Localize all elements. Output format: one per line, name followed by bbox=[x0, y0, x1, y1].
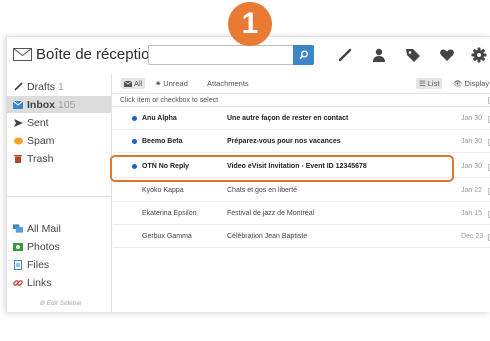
tag-icon bbox=[406, 49, 420, 62]
sidebar-item-count: 105 bbox=[58, 98, 76, 111]
list-toolbar: All ✷ Unread Attachments ☰ List 👁 Displa… bbox=[113, 76, 490, 92]
favorites-button[interactable] bbox=[437, 45, 457, 65]
message-sender: Beemo Beta bbox=[142, 138, 183, 145]
sidebar-item-count: 1 bbox=[58, 80, 64, 93]
link-icon bbox=[13, 278, 23, 288]
sidebar-item-links[interactable]: Links bbox=[7, 274, 111, 291]
eye-icon: 👁 bbox=[453, 79, 463, 88]
message-sender: Ekaterina Epsilon bbox=[142, 210, 197, 217]
message-sender: Kyoko Kappa bbox=[142, 187, 184, 194]
sidebar-item-label: Files bbox=[27, 258, 50, 271]
sidebar-item-label: Trash bbox=[27, 152, 54, 165]
contacts-button[interactable] bbox=[369, 45, 389, 65]
message-row[interactable]: Ekaterina Epsilon Festival de jazz de Mo… bbox=[113, 203, 490, 225]
search-input[interactable] bbox=[148, 45, 293, 65]
message-row[interactable]: Kyoko Kappa Chats et gos en liberté Jan … bbox=[113, 180, 490, 202]
message-date: Jan 22 bbox=[461, 187, 483, 194]
page-title: Boîte de réception bbox=[36, 46, 158, 63]
person-icon bbox=[373, 48, 385, 62]
pencil-icon bbox=[338, 48, 352, 62]
sidebar-item-label: Photos bbox=[27, 240, 60, 253]
message-date: Jan 15 bbox=[461, 210, 483, 217]
inbox-icon bbox=[13, 100, 23, 110]
star-icon: ✷ bbox=[155, 79, 162, 88]
sidebar-item-label: Sent bbox=[27, 116, 49, 129]
message-subject: Célébration Jean Baptiste bbox=[227, 233, 308, 240]
sidebar-item-all-mail[interactable]: All Mail bbox=[7, 220, 111, 237]
sidebar-item-label: All Mail bbox=[27, 222, 61, 235]
sidebar-item-sent[interactable]: Sent bbox=[7, 114, 111, 131]
sidebar-item-inbox[interactable]: Inbox 105 bbox=[7, 96, 111, 113]
message-row[interactable]: Gerbux Gamma Célébration Jean Baptiste D… bbox=[113, 226, 490, 248]
list-view-button[interactable]: ☰ List bbox=[416, 78, 443, 89]
highlight-annotation bbox=[110, 155, 454, 182]
file-icon bbox=[13, 259, 23, 270]
step-badge: 1 bbox=[228, 2, 272, 46]
message-subject: Préparez-vous pour nos vacances bbox=[227, 138, 341, 145]
message-subject: Festival de jazz de Montréal bbox=[227, 210, 315, 217]
spam-icon bbox=[13, 136, 23, 146]
message-subject: Chats et gos en liberté bbox=[227, 187, 298, 194]
unread-indicator bbox=[132, 139, 137, 144]
sidebar-item-files[interactable]: Files bbox=[7, 256, 111, 273]
message-row[interactable]: Anu Alpha Une autre façon de rester en c… bbox=[113, 108, 490, 130]
sidebar-divider bbox=[7, 196, 111, 197]
search-button[interactable] bbox=[293, 45, 314, 65]
selection-hint: Click item or checkbox to select bbox=[120, 97, 219, 104]
message-date: Jan 30 bbox=[461, 163, 483, 170]
sidebar-item-photos[interactable]: Photos bbox=[7, 238, 111, 255]
settings-button[interactable] bbox=[469, 45, 489, 65]
labels-button[interactable] bbox=[403, 45, 423, 65]
message-date: Jan 30 bbox=[461, 115, 483, 122]
sidebar-item-label: Links bbox=[27, 276, 52, 289]
gear-icon: ⚙ bbox=[39, 300, 47, 307]
message-row[interactable]: Beemo Beta Préparez-vous pour nos vacanc… bbox=[113, 131, 490, 153]
send-icon bbox=[13, 118, 23, 128]
pencil-icon bbox=[13, 82, 23, 92]
photo-icon bbox=[13, 242, 23, 252]
display-options-button[interactable]: 👁 Display bbox=[453, 78, 489, 89]
selection-hint-bar: Click item or checkbox to select bbox=[113, 93, 490, 107]
message-subject: Une autre façon de rester en contact bbox=[227, 115, 349, 122]
inbox-icon bbox=[13, 48, 32, 61]
message-date: Dec 23 bbox=[461, 233, 484, 240]
sidebar: Drafts 1 Inbox 105 Sent Spam Trash All M… bbox=[7, 74, 112, 312]
sidebar-item-spam[interactable]: Spam bbox=[7, 132, 111, 149]
compose-button[interactable] bbox=[335, 45, 355, 65]
filter-unread-button[interactable]: ✷ Unread bbox=[155, 78, 188, 89]
list-icon: ☰ bbox=[419, 79, 426, 88]
filter-attachments-button[interactable]: Attachments bbox=[207, 78, 249, 89]
search-icon bbox=[298, 50, 308, 60]
all-mail-icon bbox=[13, 224, 23, 234]
heart-icon bbox=[440, 49, 454, 61]
unread-indicator bbox=[132, 116, 137, 121]
filter-all-button[interactable]: All bbox=[121, 78, 146, 89]
message-sender: Gerbux Gamma bbox=[142, 233, 192, 240]
gear-icon bbox=[471, 47, 487, 63]
envelope-icon bbox=[124, 80, 132, 87]
sidebar-item-label: Inbox bbox=[27, 98, 55, 111]
message-sender: Anu Alpha bbox=[142, 115, 177, 122]
edit-sidebar-link[interactable]: ⚙ Edit Sidebar bbox=[39, 299, 82, 307]
sidebar-item-trash[interactable]: Trash bbox=[7, 150, 111, 167]
sidebar-item-label: Drafts bbox=[27, 80, 56, 93]
sidebar-item-drafts[interactable]: Drafts 1 bbox=[7, 78, 111, 95]
trash-icon bbox=[13, 154, 23, 164]
message-date: Jan 30 bbox=[461, 138, 483, 145]
sidebar-item-label: Spam bbox=[27, 134, 55, 147]
